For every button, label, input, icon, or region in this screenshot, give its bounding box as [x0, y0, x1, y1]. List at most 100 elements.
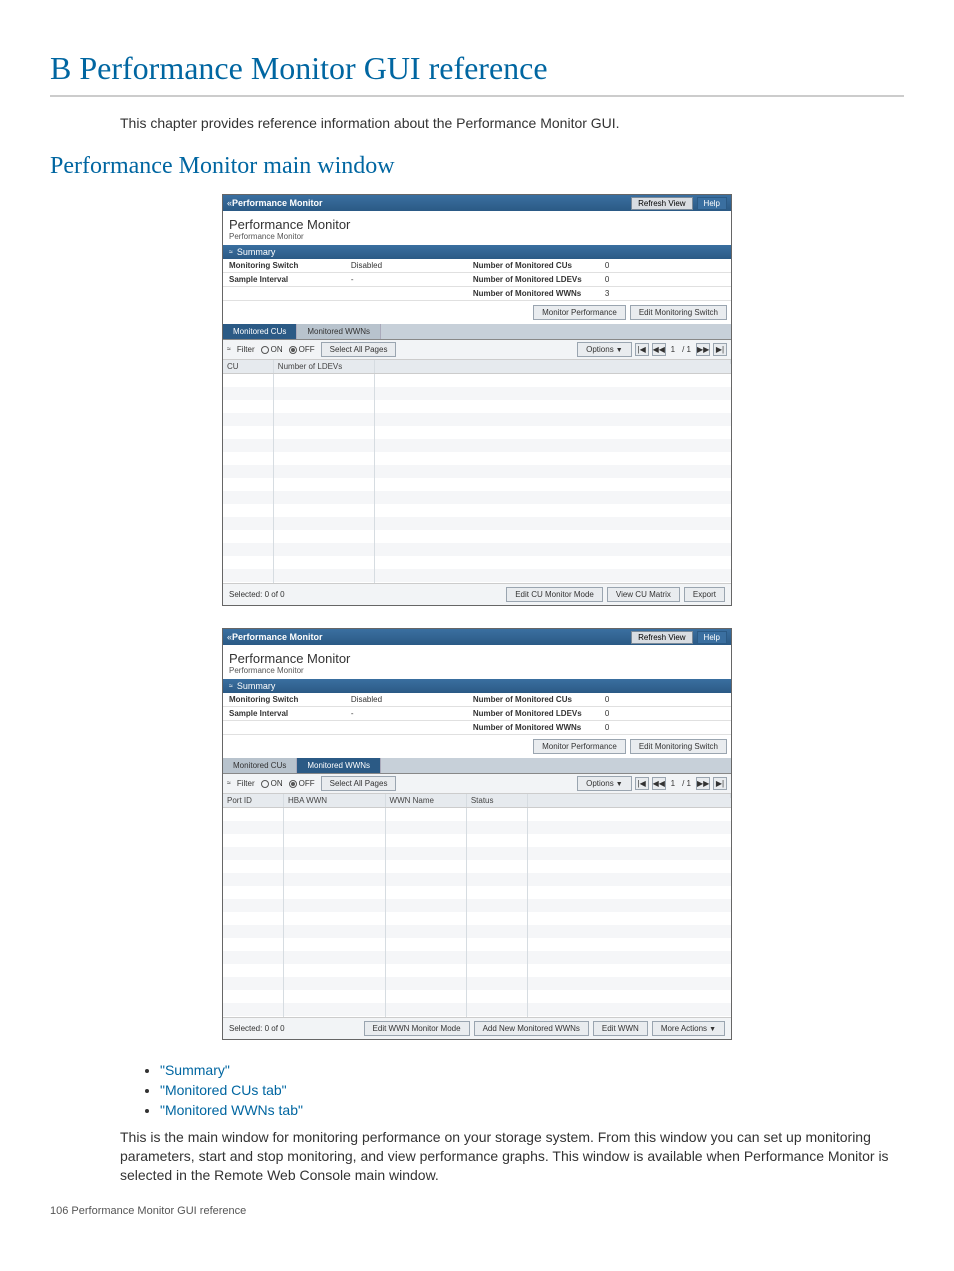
filter-off-radio[interactable]: [289, 780, 297, 788]
summary-header: Summary: [237, 681, 276, 691]
screenshot-main-wwns: « Performance Monitor Refresh View Help …: [222, 628, 732, 1040]
num-wwns-label: Number of Monitored WWNs: [467, 287, 599, 301]
num-cus-value: 0: [599, 693, 731, 707]
body-paragraph: This is the main window for monitoring p…: [120, 1128, 904, 1185]
pager-page: 1: [669, 345, 677, 354]
section-title: Performance Monitor main window: [50, 153, 904, 180]
options-dropdown[interactable]: Options▼: [577, 776, 632, 791]
num-ldevs-label: Number of Monitored LDEVs: [467, 707, 599, 721]
sample-interval-label: Sample Interval: [223, 707, 345, 721]
edit-cu-monitor-mode-button[interactable]: Edit CU Monitor Mode: [506, 587, 603, 602]
summary-header: Summary: [237, 247, 276, 257]
num-ldevs-label: Number of Monitored LDEVs: [467, 273, 599, 287]
export-button[interactable]: Export: [684, 587, 725, 602]
monitor-performance-button[interactable]: Monitor Performance: [533, 739, 626, 754]
col-port-id: Port ID: [223, 794, 284, 807]
pager-next[interactable]: ▶▶: [696, 777, 710, 790]
pager-last[interactable]: ▶|: [713, 777, 727, 790]
tab-monitored-cus[interactable]: Monitored CUs: [223, 758, 297, 773]
filter-label: Filter: [237, 345, 255, 354]
list-item: "Summary": [160, 1062, 904, 1078]
link-summary[interactable]: "Summary": [160, 1062, 230, 1078]
pager-page: 1: [669, 779, 677, 788]
pm-heading: Performance Monitor: [223, 211, 731, 232]
filter-off-label: OFF: [299, 345, 315, 354]
refresh-view-button[interactable]: Refresh View: [631, 197, 692, 210]
tab-monitored-wwns[interactable]: Monitored WWNs: [297, 758, 381, 773]
pager-first[interactable]: |◀: [635, 777, 649, 790]
edit-wwn-button[interactable]: Edit WWN: [593, 1021, 648, 1036]
filter-on-label: ON: [271, 779, 283, 788]
num-wwns-value: 3: [599, 287, 731, 301]
filter-off-radio[interactable]: [289, 346, 297, 354]
filter-off-label: OFF: [299, 779, 315, 788]
sample-interval-label: Sample Interval: [223, 273, 345, 287]
breadcrumb: Performance Monitor: [223, 666, 731, 679]
data-grid: [223, 374, 731, 584]
col-wwn-name: WWN Name: [386, 794, 467, 807]
page-title: B Performance Monitor GUI reference: [50, 50, 904, 97]
help-button[interactable]: Help: [697, 197, 727, 210]
refresh-view-button[interactable]: Refresh View: [631, 631, 692, 644]
filter-collapse-icon[interactable]: ≈: [227, 346, 231, 353]
chevron-down-icon: ▼: [616, 347, 623, 354]
list-item: "Monitored WWNs tab": [160, 1102, 904, 1118]
window-title: Performance Monitor: [232, 632, 627, 642]
monitoring-switch-label: Monitoring Switch: [223, 259, 345, 273]
breadcrumb: Performance Monitor: [223, 232, 731, 245]
sample-interval-value: -: [345, 273, 467, 287]
select-all-pages-button[interactable]: Select All Pages: [321, 776, 397, 791]
pager-prev[interactable]: ◀◀: [652, 343, 666, 356]
num-ldevs-value: 0: [599, 273, 731, 287]
pm-heading: Performance Monitor: [223, 645, 731, 666]
more-actions-dropdown[interactable]: More Actions▼: [652, 1021, 725, 1036]
chevron-down-icon: ▼: [616, 781, 623, 788]
filter-on-radio[interactable]: [261, 780, 269, 788]
window-title: Performance Monitor: [232, 198, 627, 208]
pager-last[interactable]: ▶|: [713, 343, 727, 356]
pager-next[interactable]: ▶▶: [696, 343, 710, 356]
monitoring-switch-value: Disabled: [345, 259, 467, 273]
list-item: "Monitored CUs tab": [160, 1082, 904, 1098]
monitoring-switch-value: Disabled: [345, 693, 467, 707]
num-ldevs-value: 0: [599, 707, 731, 721]
pager-total: / 1: [680, 779, 693, 788]
col-status: Status: [467, 794, 528, 807]
tab-monitored-cus[interactable]: Monitored CUs: [223, 324, 297, 339]
sample-interval-value: -: [345, 707, 467, 721]
pager-total: / 1: [680, 345, 693, 354]
screenshot-main-cus: « Performance Monitor Refresh View Help …: [222, 194, 732, 606]
edit-monitoring-switch-button[interactable]: Edit Monitoring Switch: [630, 305, 727, 320]
options-dropdown[interactable]: Options▼: [577, 342, 632, 357]
tab-monitored-wwns[interactable]: Monitored WWNs: [297, 324, 381, 339]
filter-label: Filter: [237, 779, 255, 788]
filter-on-label: ON: [271, 345, 283, 354]
collapse-icon[interactable]: ≈: [229, 249, 233, 256]
pager-first[interactable]: |◀: [635, 343, 649, 356]
view-cu-matrix-button[interactable]: View CU Matrix: [607, 587, 680, 602]
pager-prev[interactable]: ◀◀: [652, 777, 666, 790]
link-monitored-wwns[interactable]: "Monitored WWNs tab": [160, 1102, 303, 1118]
col-hba-wwn: HBA WWN: [284, 794, 386, 807]
data-grid: [223, 808, 731, 1018]
monitoring-switch-label: Monitoring Switch: [223, 693, 345, 707]
filter-collapse-icon[interactable]: ≈: [227, 780, 231, 787]
select-all-pages-button[interactable]: Select All Pages: [321, 342, 397, 357]
help-button[interactable]: Help: [697, 631, 727, 644]
monitor-performance-button[interactable]: Monitor Performance: [533, 305, 626, 320]
selected-count: Selected: 0 of 0: [229, 1024, 285, 1033]
edit-monitoring-switch-button[interactable]: Edit Monitoring Switch: [630, 739, 727, 754]
link-monitored-cus[interactable]: "Monitored CUs tab": [160, 1082, 287, 1098]
num-wwns-label: Number of Monitored WWNs: [467, 721, 599, 735]
intro-text: This chapter provides reference informat…: [120, 115, 904, 131]
num-cus-label: Number of Monitored CUs: [467, 259, 599, 273]
num-cus-value: 0: [599, 259, 731, 273]
selected-count: Selected: 0 of 0: [229, 590, 285, 599]
edit-wwn-monitor-mode-button[interactable]: Edit WWN Monitor Mode: [364, 1021, 470, 1036]
add-new-monitored-wwns-button[interactable]: Add New Monitored WWNs: [474, 1021, 589, 1036]
chevron-down-icon: ▼: [709, 1026, 716, 1033]
collapse-icon[interactable]: ≈: [229, 683, 233, 690]
col-cu: CU: [223, 360, 274, 373]
page-footer: 106 Performance Monitor GUI reference: [50, 1205, 904, 1217]
filter-on-radio[interactable]: [261, 346, 269, 354]
